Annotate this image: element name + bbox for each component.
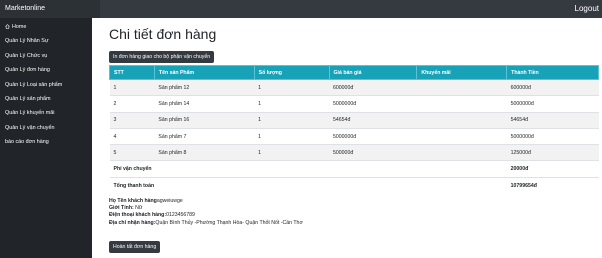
table-header-row: STT Tên sản Phẩm Số lượng Giá bán giá Kh… (109, 65, 599, 80)
table-row: 5 Sản phẩm 8 1 500000đ 125000đ (109, 144, 599, 161)
top-navbar: Marketonline Logout (0, 0, 602, 18)
cell-quantity: 1 (254, 144, 330, 161)
customer-phone: Điện thoại khách hàng:0123456789 (109, 212, 303, 219)
cell-total: 5000000đ (506, 127, 599, 145)
customer-phone-label: Điện thoại khách hàng: (109, 212, 167, 219)
sidebar-item-staff[interactable]: Quản Lý Nhân Sự (0, 34, 92, 48)
cell-price: 500000đ (329, 144, 417, 161)
cell-total: 5000000đ (506, 95, 599, 113)
customer-name: Họ Tên khách hàngagweiuwge (109, 198, 303, 205)
grand-total-label: Tổng thanh toán (109, 176, 507, 194)
header-promotion: Khuyến mãi (416, 65, 508, 80)
cell-quantity: 1 (254, 127, 330, 145)
cell-total: 125000đ (506, 144, 599, 161)
cell-price: 5000000đ (329, 95, 417, 113)
customer-gender-label: Giới Tính: (109, 205, 134, 212)
shipping-fee-label: Phí vận chuyển (109, 160, 507, 178)
cell-price: 600000đ (329, 78, 417, 96)
table-row: 1 Sản phẩm 12 1 600000đ 600000đ (109, 78, 599, 96)
grand-total-row: Tổng thanh toán 10799654đ (109, 176, 599, 194)
header-total: Thành Tiền (506, 65, 599, 80)
home-icon (5, 23, 10, 29)
cell-total: 54654đ (506, 111, 599, 129)
shipping-fee-row: Phí vận chuyển 20000đ (109, 160, 599, 178)
sidebar-item-shipping[interactable]: Quản Lý vận chuyển (0, 121, 92, 135)
cell-stt: 4 (109, 127, 155, 145)
cell-product-name: Sản phẩm 8 (154, 144, 255, 161)
cell-quantity: 1 (254, 78, 330, 96)
cell-promotion (416, 78, 507, 96)
header-stt: STT (109, 65, 155, 80)
customer-name-label: Họ Tên khách hàng (109, 198, 157, 204)
customer-address-value: Quận Bình Thủy -Phường Thạnh Hòa- Quận T… (155, 219, 303, 226)
shipping-fee-value: 20000đ (506, 160, 599, 178)
header-price: Giá bán giá (328, 65, 418, 80)
customer-gender-value: Nữ (133, 205, 143, 212)
cell-price: 5000000đ (329, 127, 417, 145)
sidebar-item-orders[interactable]: Quản Lý đơn hàng (0, 63, 92, 77)
page-title: Chi tiết đơn hàng (109, 26, 217, 42)
sidebar-item-product-types[interactable]: Quản Lý Loại sản phẩm (0, 78, 92, 92)
header-product-name: Tên sản Phẩm (153, 65, 255, 80)
cell-quantity: 1 (254, 95, 330, 113)
cell-promotion (416, 127, 507, 145)
cell-stt: 2 (109, 95, 155, 113)
grand-total-value: 10799654đ (506, 176, 599, 194)
cell-quantity: 1 (254, 111, 330, 129)
brand-logo[interactable]: Marketonline (0, 0, 100, 18)
sidebar-item-promotions[interactable]: Quản Lý khuyến mãi (0, 106, 92, 120)
cell-product-name: Sản phẩm 14 (154, 95, 255, 113)
customer-info: Họ Tên khách hàngagweiuwge Giới Tính: Nữ… (109, 198, 303, 227)
sidebar-item-home[interactable]: Home (0, 20, 92, 34)
customer-phone-value: 0123456789 (166, 212, 195, 219)
sidebar: Home Quản Lý Nhân Sự Quản Lý Chức vụ Quả… (0, 18, 92, 258)
print-order-button[interactable]: In đơn hàng giao cho bộ phận vận chuyển (109, 51, 215, 63)
cell-price: 54654đ (329, 111, 417, 129)
complete-order-button[interactable]: Hoàn tất đơn hàng (109, 241, 161, 253)
table-row: 4 Sản phẩm 7 1 5000000đ 5000000đ (109, 127, 599, 145)
order-detail-table: STT Tên sản Phẩm Số lượng Giá bán giá Kh… (109, 65, 599, 194)
cell-product-name: Sản phẩm 7 (154, 127, 255, 145)
table-row: 3 Sản phẩm 16 1 54654đ 54654đ (109, 111, 599, 129)
cell-total: 600000đ (506, 78, 599, 96)
sidebar-item-products[interactable]: Quản Lý sản phẩm (0, 92, 92, 106)
cell-stt: 5 (109, 144, 155, 161)
logout-link[interactable]: Logout (575, 0, 599, 18)
table-row: 2 Sản phẩm 14 1 5000000đ 5000000đ (109, 95, 599, 113)
cell-promotion (416, 95, 507, 113)
cell-promotion (416, 144, 507, 161)
customer-address-label: Địa chỉ nhận hàng: (109, 219, 156, 226)
sidebar-item-positions[interactable]: Quản Lý Chức vụ (0, 49, 92, 63)
customer-gender: Giới Tính: Nữ (109, 205, 303, 212)
header-quantity: Số lượng (253, 65, 330, 80)
customer-address: Địa chỉ nhận hàng:Quận Bình Thủy -Phường… (109, 220, 303, 227)
main-content: Chi tiết đơn hàng In đơn hàng giao cho b… (92, 18, 602, 258)
cell-product-name: Sản phẩm 12 (154, 78, 255, 96)
sidebar-item-order-report[interactable]: báo cáo đơn hàng (0, 135, 92, 149)
cell-stt: 3 (109, 111, 155, 129)
cell-promotion (416, 111, 507, 129)
sidebar-item-label: Home (12, 24, 27, 30)
cell-product-name: Sản phẩm 16 (154, 111, 255, 129)
customer-name-value: agweiuwge (156, 198, 183, 204)
cell-stt: 1 (109, 78, 155, 96)
